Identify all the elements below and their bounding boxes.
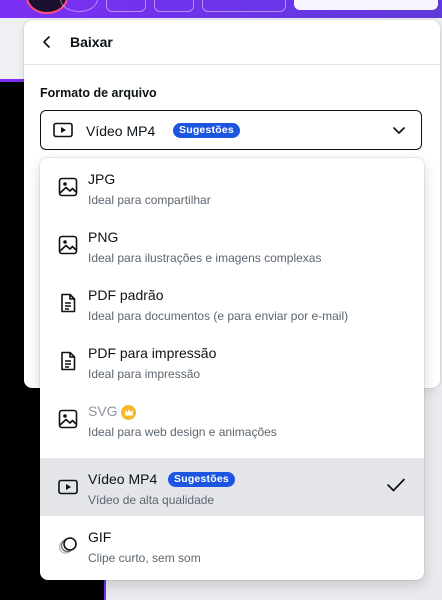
option-title: Vídeo MP4 xyxy=(88,471,158,487)
format-option-mp4[interactable]: Vídeo MP4 Sugestões Vídeo de alta qualid… xyxy=(40,458,424,516)
video-icon xyxy=(58,477,78,497)
document-icon xyxy=(58,351,78,371)
selected-format: Vídeo MP4 xyxy=(86,123,156,139)
gif-icon xyxy=(58,535,78,555)
panel-title: Baixar xyxy=(70,34,113,50)
option-description: Ideal para compartilhar xyxy=(88,193,211,207)
format-option-jpg[interactable]: JPG Ideal para compartilhar xyxy=(40,158,424,216)
image-icon xyxy=(58,177,78,197)
option-title: GIF xyxy=(88,529,112,545)
share-button[interactable] xyxy=(294,0,438,10)
option-description: Vídeo de alta qualidade xyxy=(88,493,215,507)
topbar-button[interactable] xyxy=(154,0,194,12)
option-title: PDF para impressão xyxy=(88,345,217,361)
document-icon xyxy=(58,293,78,313)
topbar-button[interactable] xyxy=(106,0,146,12)
file-format-label: Formato de arquivo xyxy=(40,86,157,100)
suggestions-badge: Sugestões xyxy=(173,123,240,138)
option-description: Clipe curto, sem som xyxy=(88,551,201,565)
format-option-pdf-print[interactable]: PDF para impressão Ideal para impressão xyxy=(40,332,424,390)
video-icon xyxy=(53,122,73,143)
topbar-button[interactable] xyxy=(202,0,286,12)
option-title: PNG xyxy=(88,229,119,245)
format-option-png[interactable]: PNG Ideal para ilustrações e imagens com… xyxy=(40,216,424,274)
option-title: PDF padrão xyxy=(88,287,164,303)
image-icon xyxy=(58,409,78,429)
crown-icon xyxy=(121,405,136,420)
image-icon xyxy=(58,235,78,255)
panel-header: Baixar xyxy=(24,20,440,65)
option-description: Ideal para impressão xyxy=(88,367,201,381)
format-option-gif[interactable]: GIF Clipe curto, sem som xyxy=(40,516,424,574)
topbar-button[interactable] xyxy=(60,0,98,12)
chevron-down-icon xyxy=(391,122,407,143)
option-description: Ideal para web design e animações xyxy=(88,425,277,439)
option-title: JPG xyxy=(88,171,116,187)
file-format-select[interactable]: Vídeo MP4 Sugestões xyxy=(40,110,422,150)
format-option-svg[interactable]: SVG Ideal para web design e animações xyxy=(40,390,424,448)
back-button[interactable] xyxy=(36,31,58,53)
option-description: Ideal para ilustrações e imagens complex… xyxy=(88,251,322,265)
checkmark-icon xyxy=(386,476,406,499)
format-dropdown: JPG Ideal para compartilhar PNG Ideal pa… xyxy=(40,158,424,580)
option-description: Ideal para documentos (e para enviar por… xyxy=(88,309,349,323)
chevron-left-icon xyxy=(43,36,50,48)
format-option-pdf-standard[interactable]: PDF padrão Ideal para documentos (e para… xyxy=(40,274,424,332)
editor-topbar xyxy=(0,0,442,18)
suggestions-badge: Sugestões xyxy=(168,472,235,487)
option-title: SVG xyxy=(88,403,118,419)
